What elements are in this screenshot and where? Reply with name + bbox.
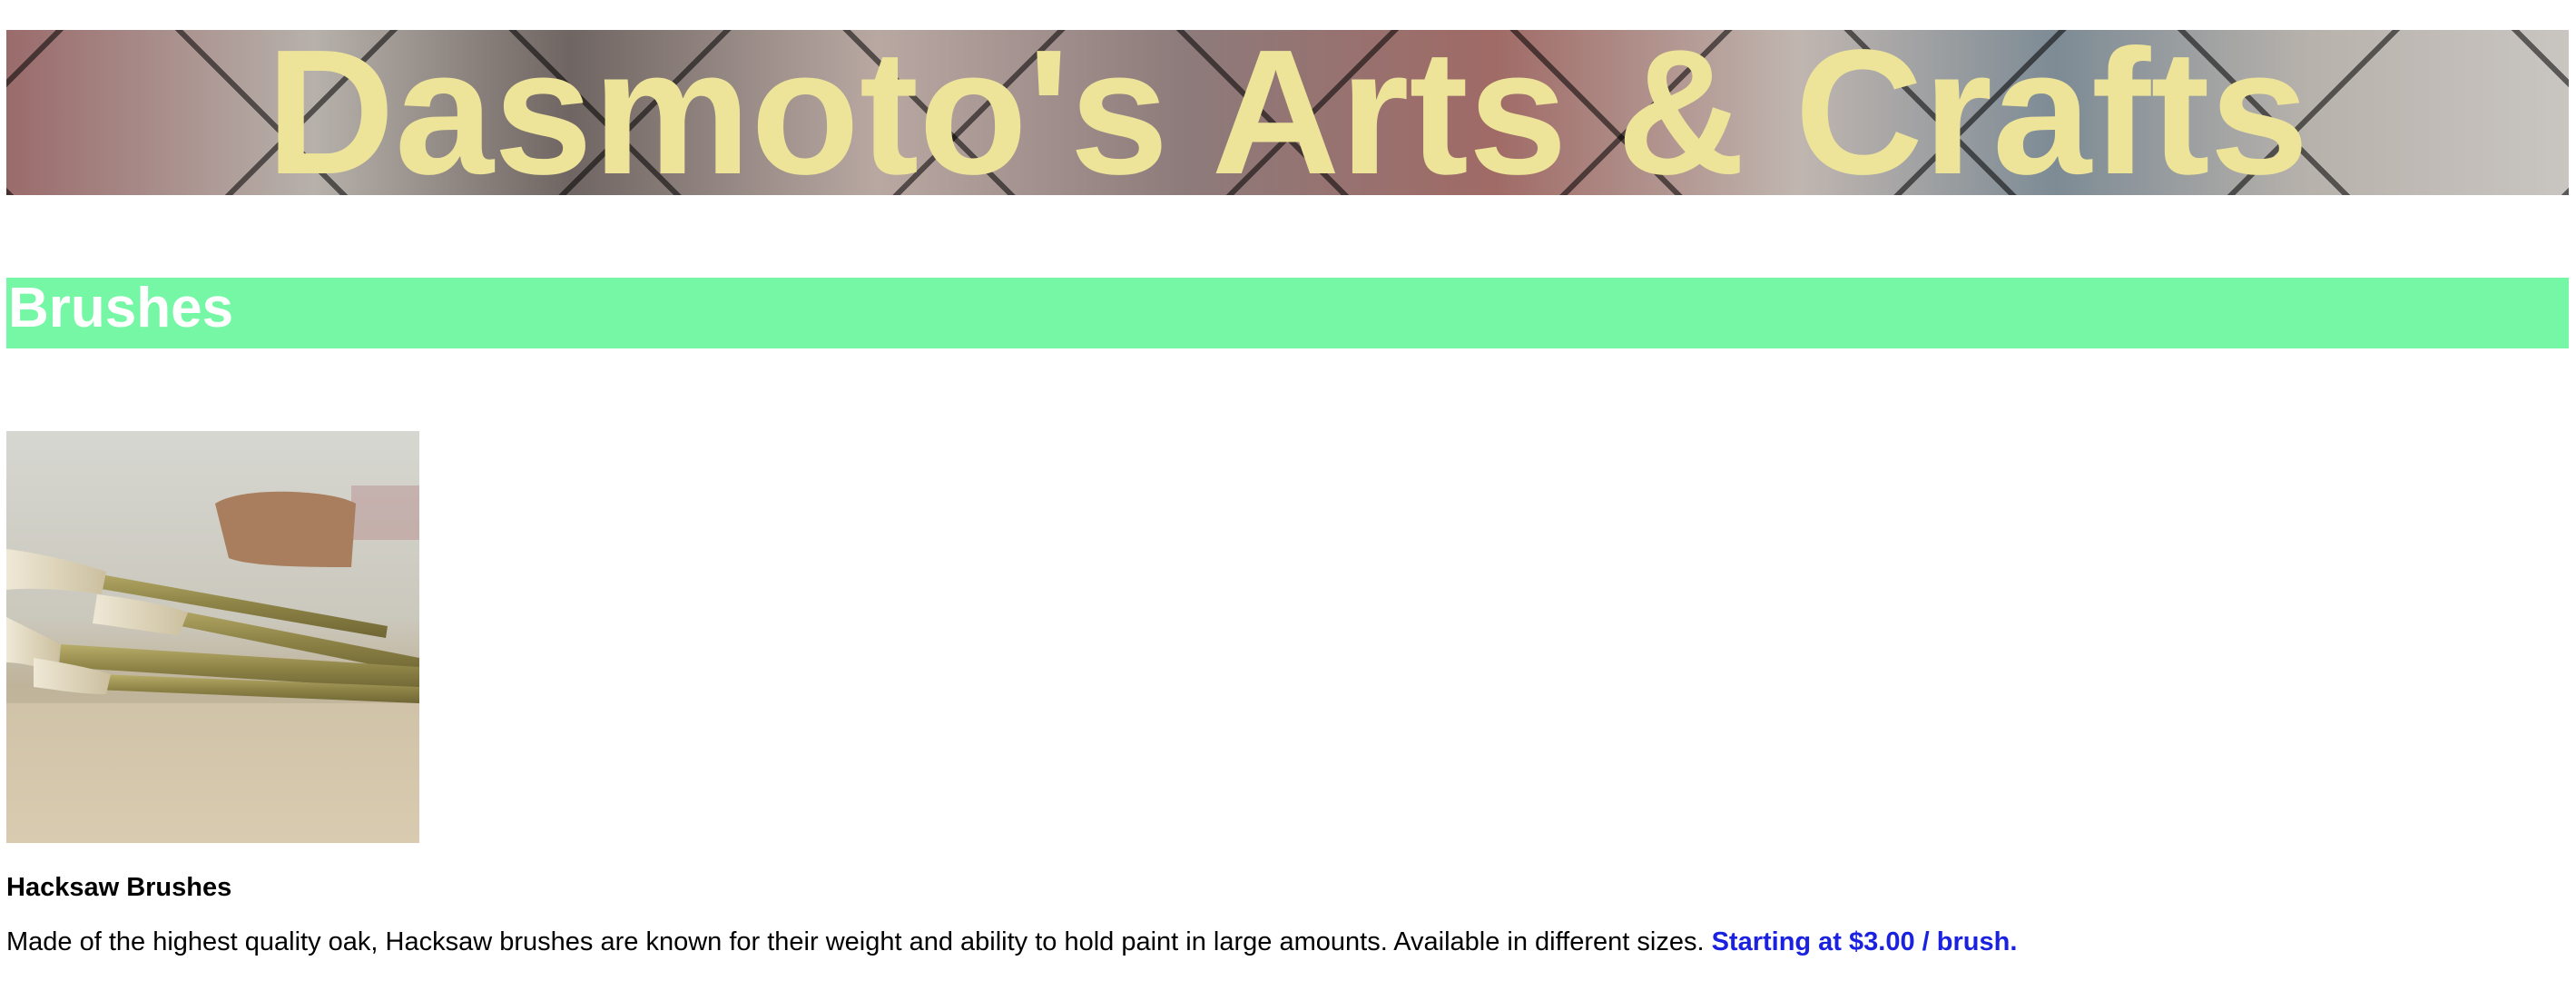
section-header: Brushes bbox=[6, 278, 2569, 348]
header-banner: Dasmoto's Arts & Crafts bbox=[6, 30, 2569, 195]
product-name: Hacksaw Brushes bbox=[6, 873, 232, 902]
brushes-photo bbox=[6, 431, 419, 843]
product-description: Made of the highest quality oak, Hacksaw… bbox=[6, 927, 1705, 956]
product-description-line: Made of the highest quality oak, Hacksaw… bbox=[6, 925, 2017, 959]
product-price: Starting at $3.00 / brush. bbox=[1711, 927, 2018, 956]
site-title: Dasmoto's Arts & Crafts bbox=[266, 30, 2309, 195]
product-image bbox=[6, 431, 419, 843]
page: Dasmoto's Arts & Crafts Brushes Hacksaw … bbox=[0, 0, 2576, 1000]
section-title: Brushes bbox=[8, 277, 234, 339]
